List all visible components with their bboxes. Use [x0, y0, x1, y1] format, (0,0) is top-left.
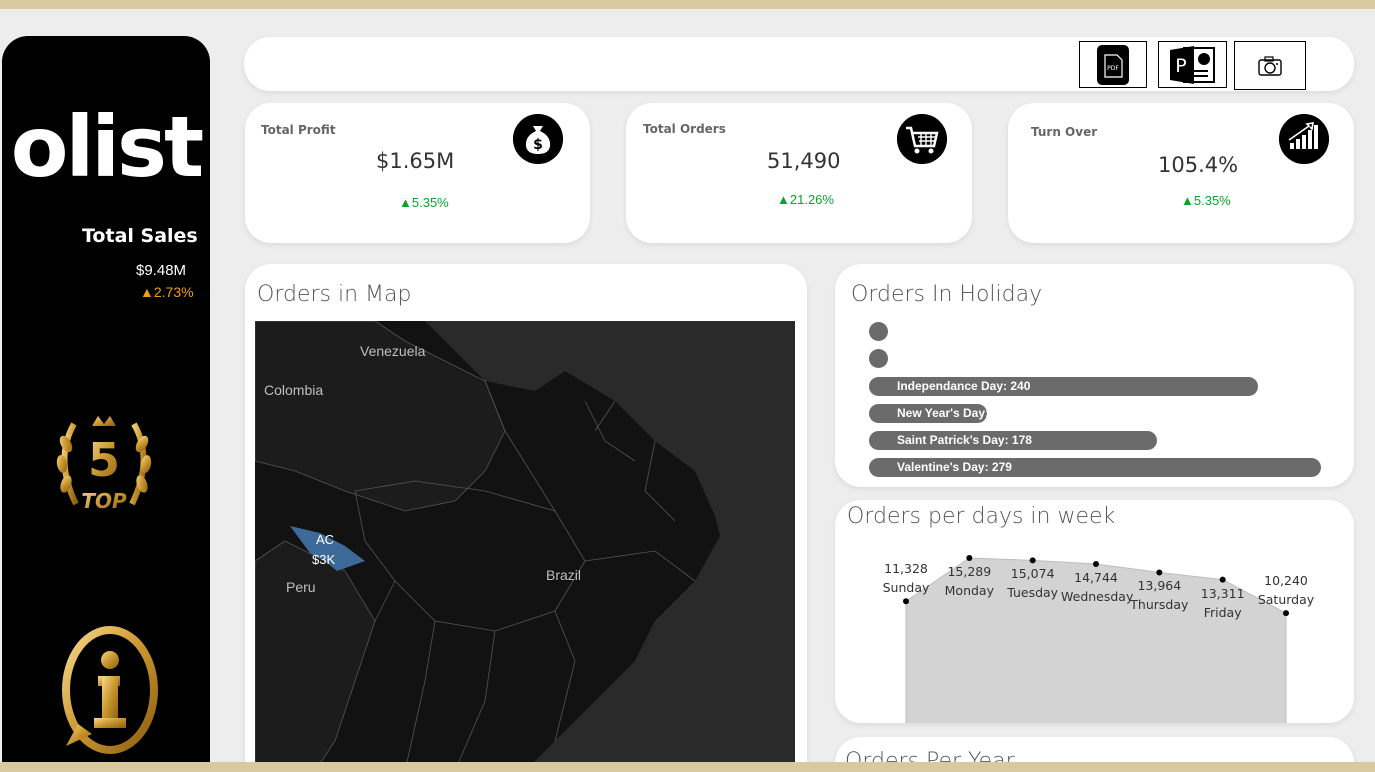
export-toolbar: PDF P: [244, 37, 1354, 91]
data-point-wednesday[interactable]: [1093, 560, 1099, 567]
export-pdf-button[interactable]: PDF: [1079, 41, 1147, 88]
panel-title: Orders In Holiday: [851, 282, 1043, 307]
category-label: Monday: [944, 583, 994, 598]
holiday-bar-valentine[interactable]: Valentine's Day: 279: [869, 458, 1321, 477]
dashboard-canvas: olist Total Sales $9.48M ▲2.73% 5 TOP PD…: [0, 9, 1375, 762]
data-label-wednesday: 14,744 Wednesday: [1061, 568, 1134, 606]
value-label: 13,311: [1200, 585, 1245, 601]
svg-text:$: $: [533, 137, 543, 153]
shopping-cart-icon: [897, 114, 947, 164]
value-label: 15,289: [947, 564, 992, 579]
category-label: Tuesday: [1007, 585, 1059, 601]
data-label-monday: 15,289 Monday: [934, 562, 1004, 600]
total-sales-value: $9.48M: [136, 262, 187, 279]
data-label-friday: 13,311 Friday: [1188, 584, 1258, 622]
category-label: Sunday: [882, 580, 930, 596]
kpi-label: Total Orders: [643, 122, 726, 136]
holiday-dot: [869, 322, 888, 341]
total-sales-title: Total Sales: [82, 225, 198, 247]
kpi-value: 105.4%: [1158, 153, 1239, 177]
pdf-label: PDF: [1107, 65, 1119, 72]
holiday-bar-independance[interactable]: Independance Day: 240: [869, 377, 1258, 396]
kpi-value: $1.65M: [376, 149, 455, 173]
data-point-saturday[interactable]: [1283, 610, 1289, 617]
value-label: 14,744: [1074, 569, 1118, 585]
orders-weekday-panel: Orders per days in week 11,328 Sunday 15,2…: [835, 500, 1354, 723]
orders-map[interactable]: Venezuela Colombia Peru Brazil AC $3K: [255, 321, 795, 762]
map-label-colombia: Colombia: [264, 382, 324, 398]
data-point-thursday[interactable]: [1156, 569, 1163, 576]
kpi-delta: ▲5.35%: [1181, 193, 1231, 208]
category-label: Thursday: [1130, 597, 1189, 613]
powerpoint-icon: P: [1169, 45, 1215, 84]
panel-title: Orders Per Year: [845, 749, 1015, 762]
map-label-venezuela: Venezuela: [360, 343, 426, 359]
map-label-brazil: Brazil: [546, 567, 582, 583]
kpi-delta: ▲21.26%: [777, 192, 834, 207]
ppt-label: P: [1175, 55, 1186, 77]
kpi-label: Turn Over: [1031, 125, 1098, 139]
data-point-monday[interactable]: [966, 555, 973, 561]
holiday-bar-saint-patrick[interactable]: Saint Patrick's Day: 178: [869, 431, 1157, 450]
kpi-value: 51,490: [767, 149, 841, 173]
kpi-card-turn-over: Turn Over 105.4% ▲5.35%: [1008, 103, 1354, 243]
kpi-card-total-orders: Total Orders 51,490 ▲21.26%: [626, 103, 972, 243]
data-point-tuesday[interactable]: [1029, 557, 1036, 564]
value-label: 10,240: [1264, 573, 1308, 589]
category-label: Wednesday: [1061, 588, 1134, 604]
orders-year-panel: Orders Per Year: [835, 737, 1354, 762]
data-point-friday[interactable]: [1219, 576, 1226, 583]
olist-logo: olist: [10, 98, 204, 196]
map-label-peru: Peru: [286, 579, 316, 595]
kpi-label: Total Profit: [261, 123, 336, 137]
holiday-bar-new-year[interactable]: New Year's Day:: [869, 404, 987, 423]
value-label: 11,328: [884, 561, 928, 577]
top5-text: TOP: [81, 489, 127, 513]
bar-growth-icon: [1279, 114, 1329, 164]
export-ppt-button[interactable]: P: [1158, 41, 1227, 88]
map-highlight-value: $3K: [312, 552, 336, 567]
data-label-saturday: 10,240 Saturday: [1251, 571, 1321, 609]
orders-holiday-panel: Orders In Holiday Independance Day: 240 …: [835, 264, 1354, 487]
top5-badge-icon[interactable]: 5 TOP: [52, 404, 156, 524]
value-label: 13,964: [1137, 578, 1182, 594]
orders-map-panel: Orders in Map Venezuela Colombia Peru Br…: [245, 264, 807, 762]
kpi-delta: ▲5.35%: [399, 195, 449, 210]
total-sales-delta: ▲2.73%: [140, 284, 194, 300]
money-bag-icon: $: [513, 114, 563, 164]
top5-number: 5: [88, 433, 120, 487]
screenshot-button[interactable]: [1234, 41, 1306, 90]
panel-title: Orders in Map: [257, 282, 412, 307]
data-label-sunday: 11,328 Sunday: [871, 559, 941, 597]
value-label: 15,074: [1010, 566, 1055, 582]
data-label-tuesday: 15,074 Tuesday: [998, 564, 1068, 602]
kpi-card-total-profit: Total Profit $1.65M ▲5.35% $: [245, 103, 590, 243]
map-highlight-state: AC: [316, 532, 335, 547]
pdf-file-icon: PDF: [1097, 44, 1129, 85]
weekday-area-chart[interactable]: [835, 500, 1354, 723]
data-point-sunday[interactable]: [903, 598, 909, 605]
holiday-dot: [869, 349, 888, 368]
category-label: Saturday: [1257, 592, 1315, 608]
category-label: Friday: [1203, 604, 1242, 620]
data-label-thursday: 13,964 Thursday: [1124, 576, 1194, 614]
camera-icon: [1258, 55, 1282, 76]
info-icon[interactable]: [58, 624, 162, 754]
map-geography: [255, 321, 795, 762]
